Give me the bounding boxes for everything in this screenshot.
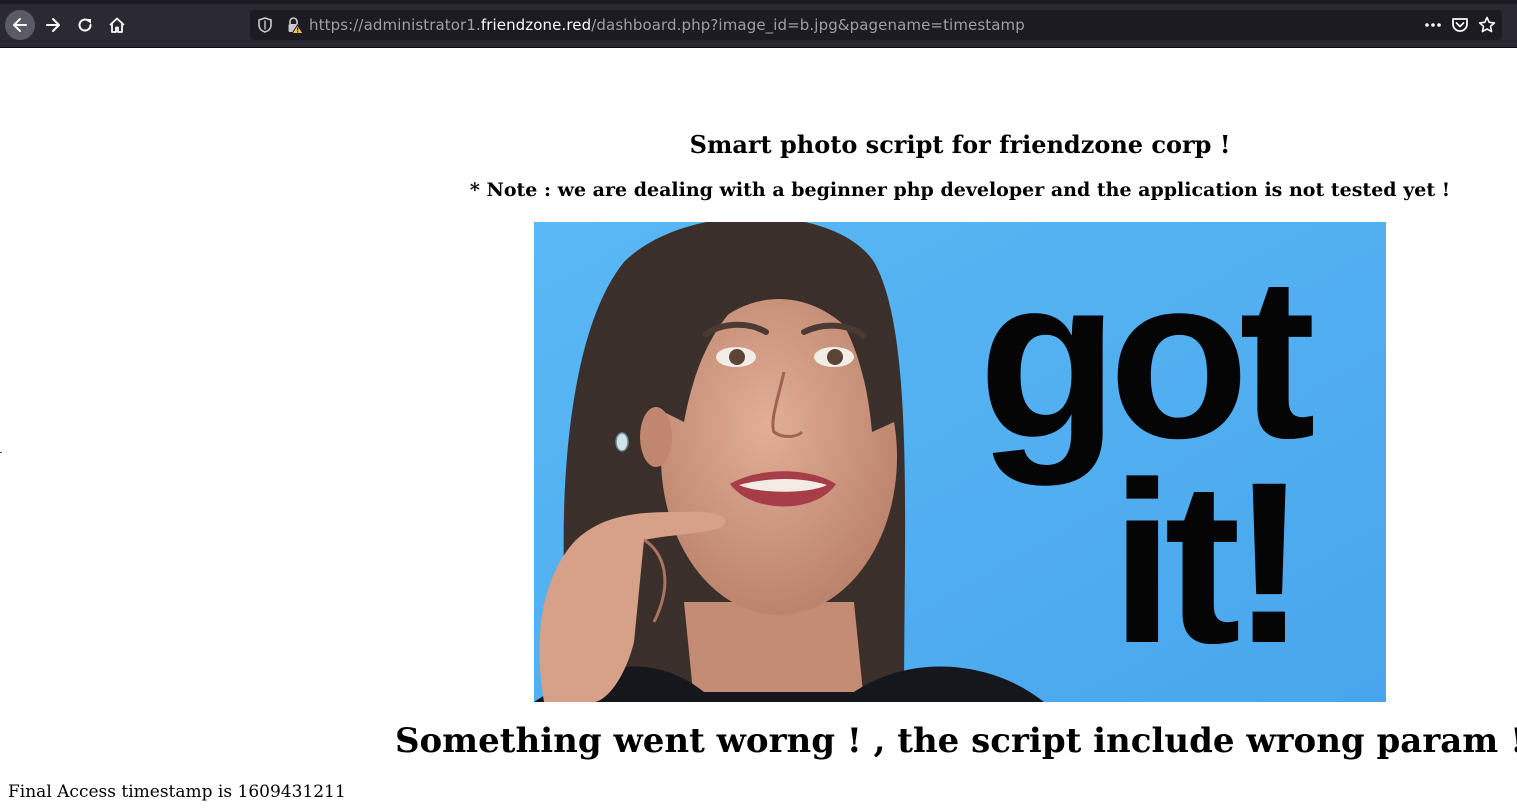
- page-title: Smart photo script for friendzone corp !: [689, 130, 1231, 159]
- tab-strip: [0, 0, 1517, 4]
- url-suffix: /dashboard.php?image_id=b.jpg&pagename=t…: [591, 16, 1025, 34]
- more-icon[interactable]: [1424, 17, 1442, 33]
- forward-icon: [46, 18, 60, 32]
- reload-icon: [78, 18, 92, 32]
- browser-toolbar: https://administrator1.friendzone.red/da…: [0, 0, 1517, 48]
- stray-mark: [0, 452, 2, 453]
- home-button[interactable]: [102, 10, 132, 40]
- error-message: Something went worng ! , the script incl…: [394, 721, 1517, 761]
- forward-button[interactable]: [38, 10, 68, 40]
- url-text[interactable]: https://administrator1.friendzone.red/da…: [309, 16, 1025, 34]
- developer-note: * Note : we are dealing with a beginner …: [469, 179, 1451, 201]
- dashboard-photo: got it!: [534, 222, 1386, 702]
- shield-icon[interactable]: [258, 17, 272, 33]
- address-bar[interactable]: https://administrator1.friendzone.red/da…: [250, 10, 1502, 40]
- back-icon: [13, 18, 27, 32]
- url-prefix: https://administrator1.: [309, 16, 481, 34]
- back-button[interactable]: [5, 10, 35, 40]
- url-host: friendzone.red: [480, 16, 592, 34]
- home-icon: [109, 17, 125, 33]
- reload-button[interactable]: [70, 10, 100, 40]
- bookmark-star-icon[interactable]: [1478, 16, 1496, 34]
- insecure-lock-icon[interactable]: [286, 16, 304, 34]
- timestamp-text: Final Access timestamp is 1609431211: [8, 782, 346, 802]
- got-it-photo: got it!: [534, 222, 1386, 702]
- photo-text-it: it!: [1110, 434, 1297, 691]
- pocket-icon[interactable]: [1451, 16, 1469, 34]
